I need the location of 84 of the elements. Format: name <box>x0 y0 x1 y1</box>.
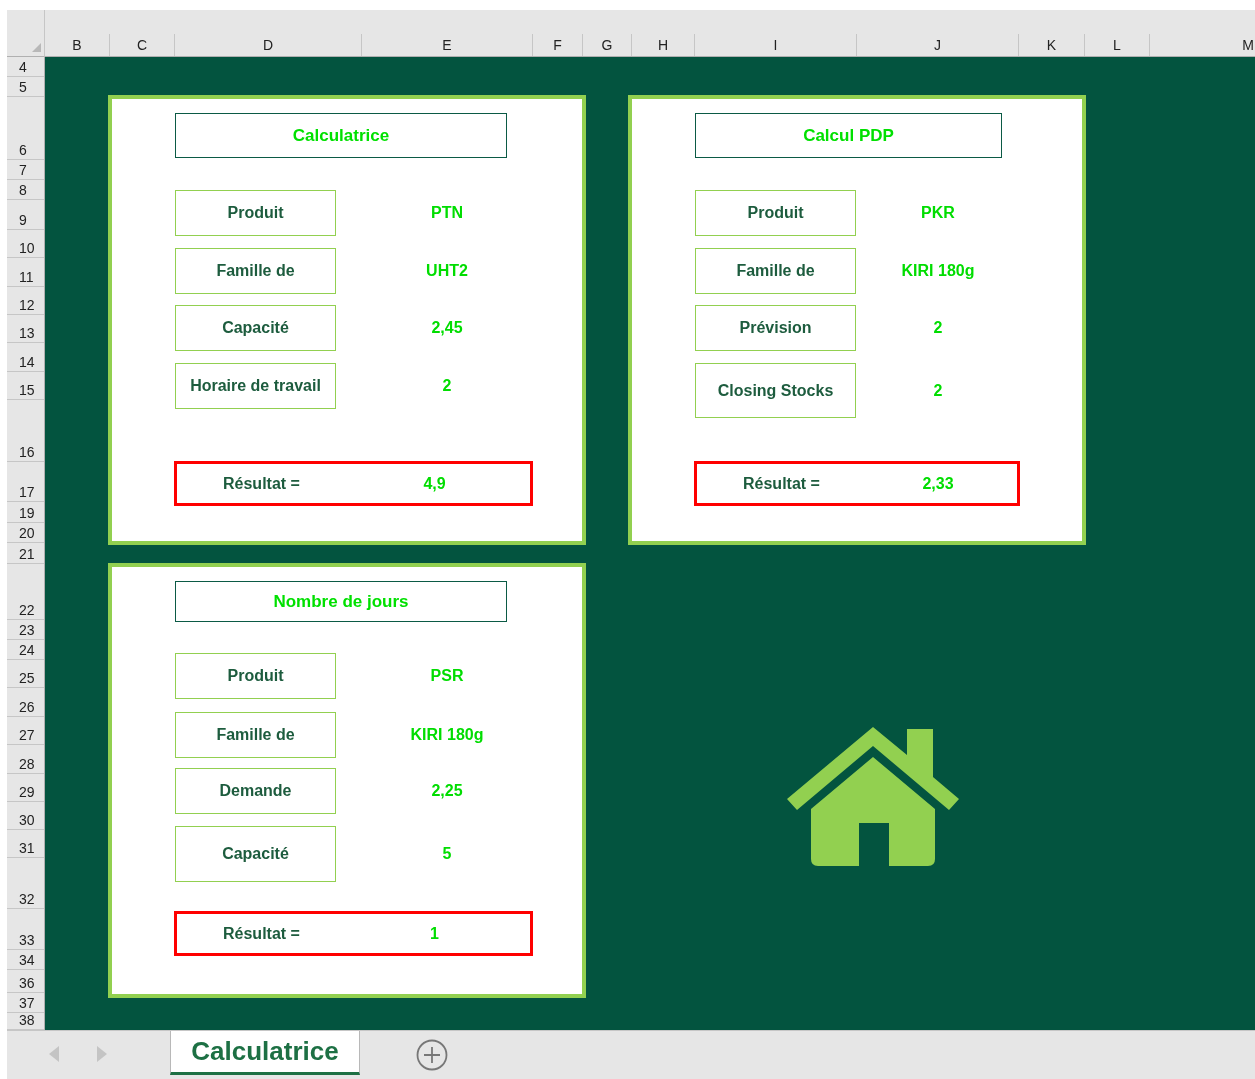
field-label: Capacité <box>175 305 336 351</box>
select-all-icon[interactable] <box>32 43 41 52</box>
card-title: Nombre de jours <box>175 581 507 622</box>
field-value: KIRI 180g <box>901 262 975 280</box>
result-label: Résultat = <box>222 924 301 943</box>
row-header[interactable]: 14 <box>7 343 44 372</box>
row-header[interactable]: 30 <box>7 802 44 830</box>
field-label: Closing Stocks <box>695 363 856 418</box>
row-header[interactable]: 17 <box>7 462 44 502</box>
field-value: 2 <box>933 381 943 400</box>
row-header[interactable]: 6 <box>7 97 44 160</box>
column-header[interactable]: G <box>583 34 632 56</box>
field-value: PKR <box>921 204 955 222</box>
add-sheet-icon[interactable] <box>416 1039 448 1071</box>
scroll-right-icon[interactable] <box>97 1046 107 1062</box>
row-header[interactable]: 22 <box>7 564 44 620</box>
field-value: 2,45 <box>431 319 463 337</box>
column-header[interactable]: F <box>533 34 583 56</box>
field-value: 5 <box>442 845 452 863</box>
column-header[interactable]: D <box>175 34 362 56</box>
field-label: Horaire de travail <box>175 363 336 409</box>
row-header[interactable]: 27 <box>7 717 44 745</box>
row-header[interactable]: 34 <box>7 950 44 970</box>
result-value: 1 <box>430 924 439 943</box>
row-header[interactable]: 7 <box>7 160 44 180</box>
column-header[interactable]: H <box>632 34 695 56</box>
row-header[interactable]: 20 <box>7 523 44 543</box>
column-header[interactable]: L <box>1085 34 1150 56</box>
field-label: Prévision <box>695 305 856 351</box>
row-header[interactable]: 5 <box>7 77 44 97</box>
row-header[interactable]: 24 <box>7 640 44 660</box>
column-header[interactable]: K <box>1019 34 1085 56</box>
field-label: Famille de <box>175 248 336 294</box>
row-header[interactable]: 16 <box>7 400 44 462</box>
field-value: PSR <box>430 667 464 685</box>
result-label: Résultat = <box>742 474 821 493</box>
row-header[interactable]: 29 <box>7 774 44 802</box>
row-header[interactable]: 23 <box>7 620 44 640</box>
field-value: UHT2 <box>426 262 468 280</box>
column-header[interactable]: B <box>45 34 110 56</box>
field-label: Produit <box>695 190 856 236</box>
row-header[interactable]: 8 <box>7 180 44 200</box>
field-label: Demande <box>175 768 336 814</box>
row-header[interactable]: 21 <box>7 543 44 564</box>
field-value: KIRI 180g <box>410 726 484 744</box>
field-label: Famille de <box>695 248 856 294</box>
result-label: Résultat = <box>222 474 301 493</box>
row-header[interactable]: 26 <box>7 688 44 717</box>
row-header[interactable]: 38 <box>7 1013 44 1030</box>
row-header[interactable]: 15 <box>7 372 44 400</box>
column-header[interactable]: E <box>362 34 533 56</box>
row-header[interactable]: 32 <box>7 858 44 909</box>
field-label: Famille de <box>175 712 336 758</box>
row-header[interactable]: 13 <box>7 315 44 343</box>
result-value: 2,33 <box>922 474 954 493</box>
card-title: Calcul PDP <box>695 113 1002 158</box>
row-header[interactable]: 9 <box>7 200 44 230</box>
card-title: Calculatrice <box>175 113 507 158</box>
field-value: 2 <box>442 377 452 395</box>
row-header[interactable]: 4 <box>7 57 44 77</box>
field-label: Produit <box>175 653 336 699</box>
row-header[interactable]: 36 <box>7 970 44 993</box>
house-icon[interactable] <box>787 727 959 866</box>
sheet-tab[interactable]: Calculatrice <box>170 1031 360 1075</box>
row-header[interactable]: 10 <box>7 230 44 258</box>
field-value: 2,25 <box>431 782 463 800</box>
column-header[interactable]: I <box>695 34 857 56</box>
row-header[interactable]: 19 <box>7 502 44 523</box>
field-value: 2 <box>933 319 943 337</box>
result-value: 4,9 <box>423 474 446 493</box>
row-header[interactable]: 28 <box>7 745 44 774</box>
column-header[interactable]: M <box>1150 34 1255 56</box>
row-header[interactable]: 37 <box>7 993 44 1013</box>
row-header[interactable]: 25 <box>7 660 44 688</box>
field-label: Capacité <box>175 826 336 882</box>
row-header[interactable]: 12 <box>7 287 44 315</box>
row-header[interactable]: 11 <box>7 258 44 287</box>
field-value: PTN <box>431 204 463 222</box>
field-label: Produit <box>175 190 336 236</box>
column-header[interactable]: C <box>110 34 175 56</box>
row-header[interactable]: 33 <box>7 909 44 950</box>
column-header[interactable]: J <box>857 34 1019 56</box>
scroll-left-icon[interactable] <box>49 1046 59 1062</box>
row-header[interactable]: 31 <box>7 830 44 858</box>
